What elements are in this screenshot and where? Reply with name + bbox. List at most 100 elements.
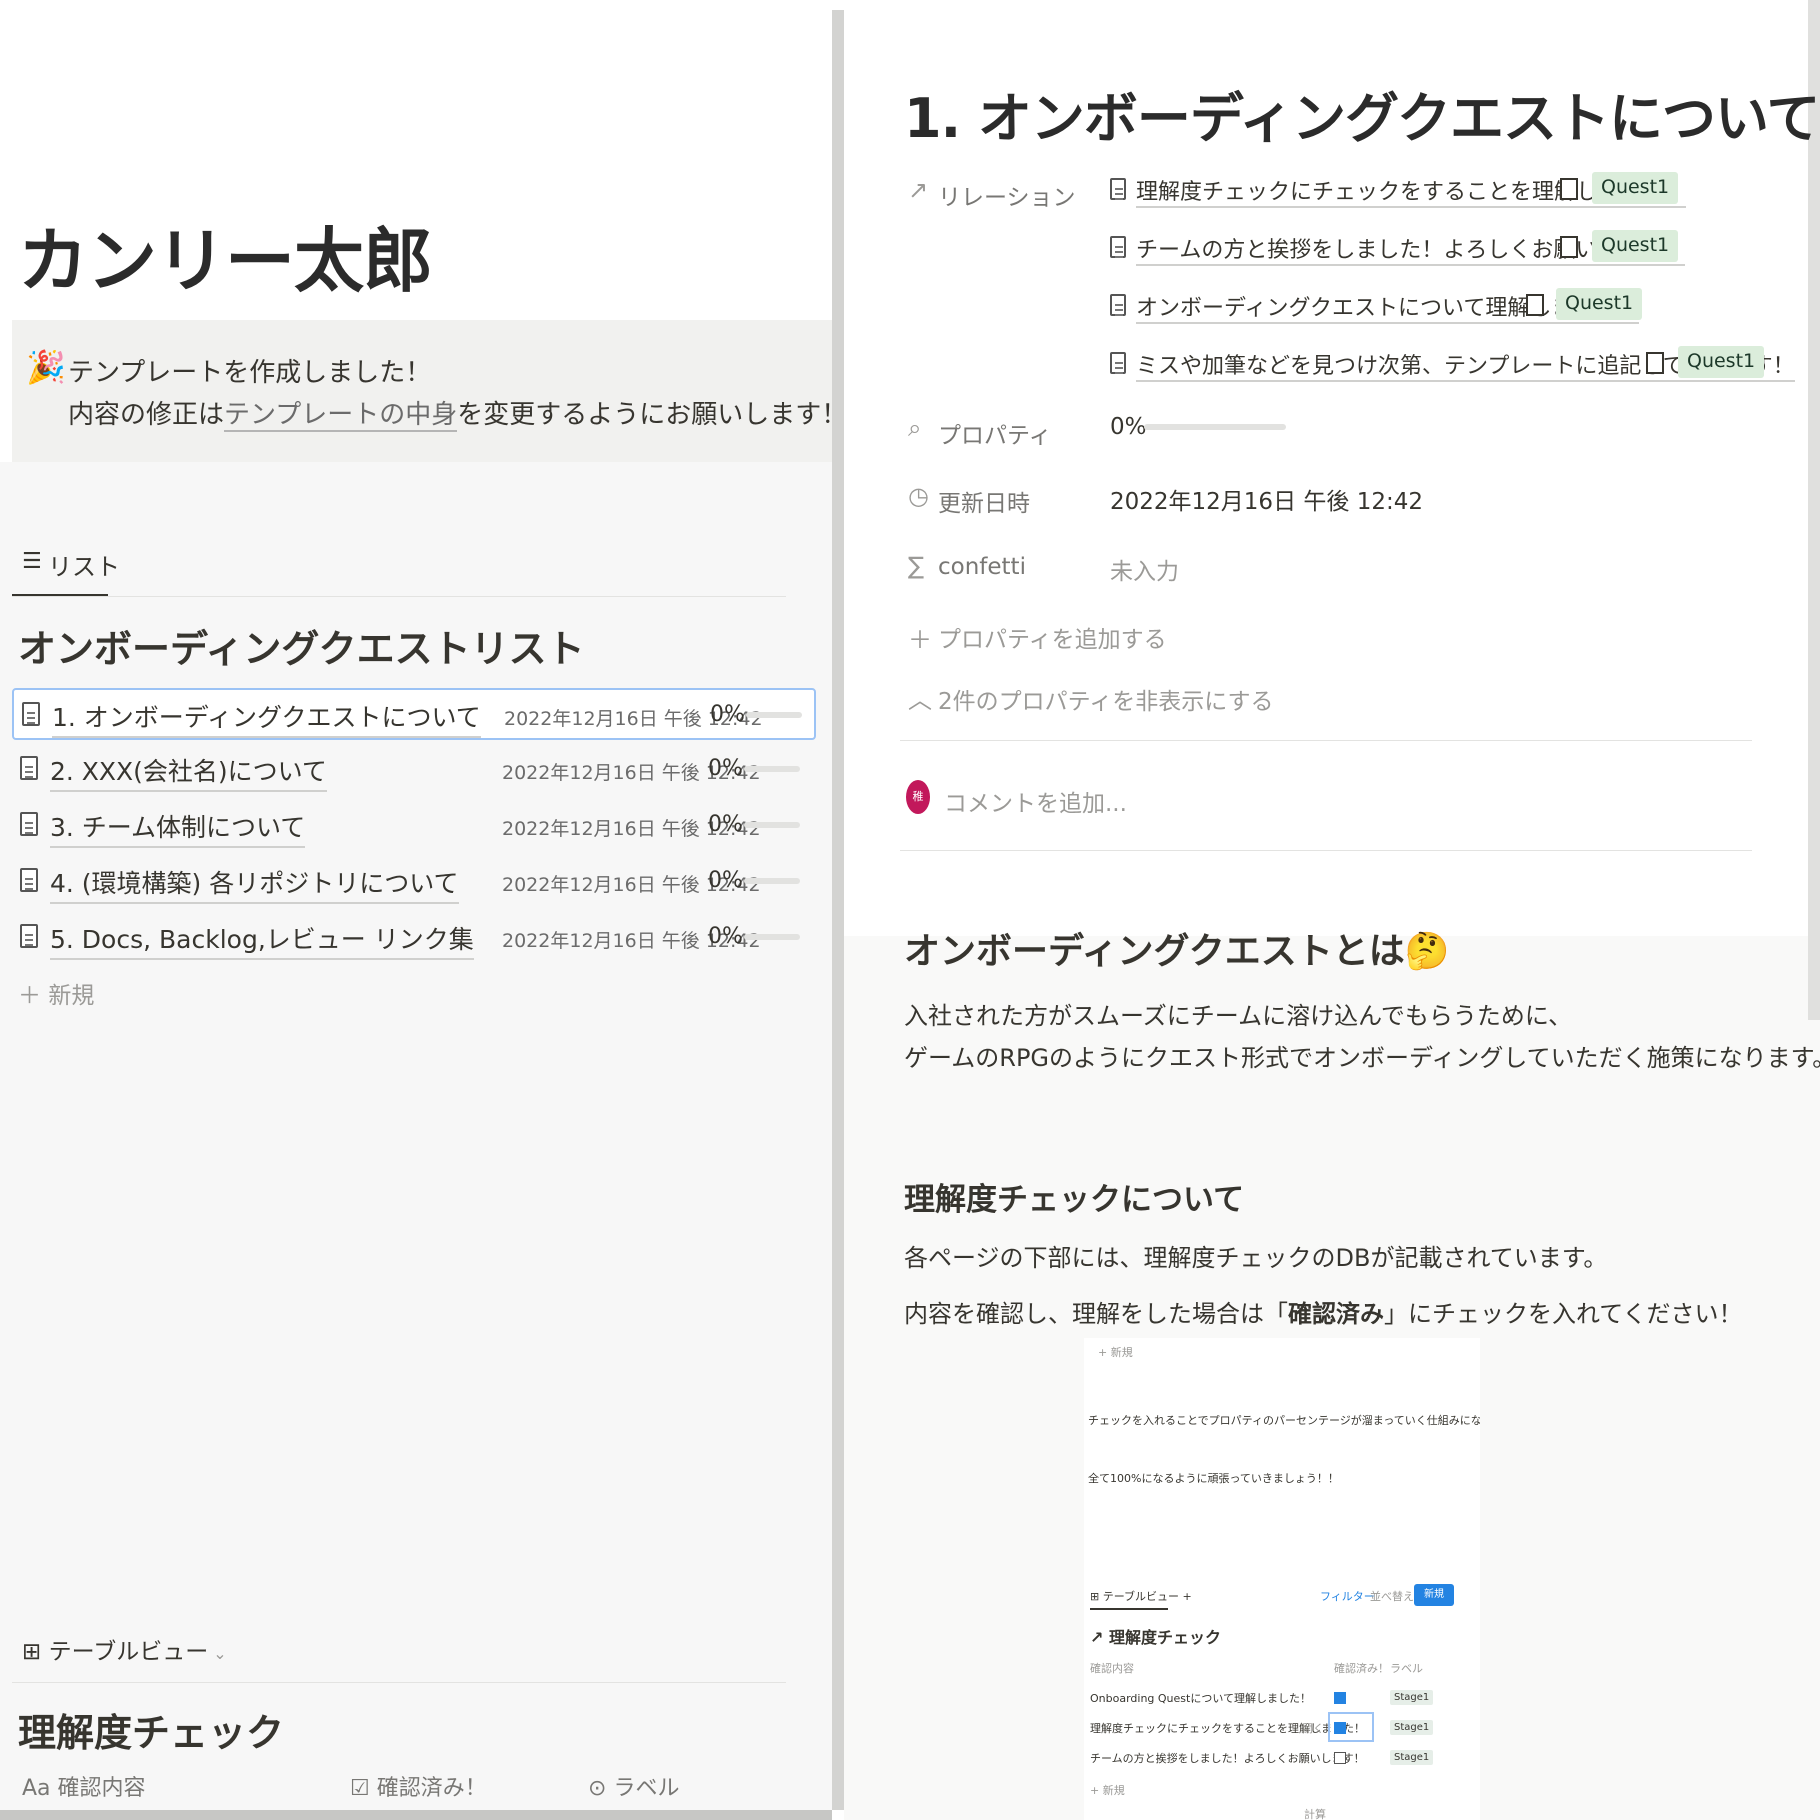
column-header-confirmed[interactable]: ☑ 確認済み！ <box>350 1770 487 1802</box>
page-icon <box>1110 236 1126 258</box>
list-item-percent: 0% <box>708 812 743 837</box>
plus-icon: ＋ <box>908 626 932 654</box>
list-item-title: 3. チーム体制について <box>50 808 306 848</box>
text-type-icon: Aa <box>22 1776 51 1801</box>
relation-item[interactable]: 理解度チェックにチェックをすることを理解しました！ Quest1 <box>1110 172 1750 210</box>
divider <box>12 596 786 597</box>
embed-text: 全て100%になるように頑張っていきましょう！！ <box>1088 1472 1339 1485</box>
property-name-confetti[interactable]: confetti <box>938 554 1026 580</box>
relation-item[interactable]: ミスや加筆などを見つけ次第、テンプレートに追記していきます！ Quest1 <box>1110 346 1795 384</box>
callout-text: を変更するようにお願いします！ <box>457 400 832 430</box>
callout-line2: 内容の修正はテンプレートの中身を変更するようにお願いします！ <box>68 394 832 432</box>
callout-line1: テンプレートを作成しました！ <box>68 358 432 388</box>
hide-properties-button[interactable]: 2件のプロパティを非表示にする <box>938 682 1273 716</box>
tab-list-view[interactable]: ☰ リスト <box>12 543 120 597</box>
list-item-percent: 0% <box>708 868 743 893</box>
page-icon <box>20 868 38 892</box>
embed-checkbox <box>1334 1692 1346 1704</box>
relation-tag: Quest1 <box>1592 172 1679 204</box>
paragraph-text: 」にチェックを入れてください！ <box>1384 1300 1743 1328</box>
embed-checkbox <box>1334 1752 1346 1764</box>
avatar: 稚 <box>906 780 930 814</box>
list-item[interactable]: 4. (環境構築) 各リポジトリについて 2022年12月16日 午後 12:4… <box>12 856 816 908</box>
horizontal-scrollbar[interactable] <box>0 1810 832 1820</box>
checkbox[interactable] <box>1560 178 1578 200</box>
relation-item[interactable]: チームの方と挨拶をしました！よろしくお願いします！ Quest1 <box>1110 230 1750 268</box>
new-item-button[interactable]: ＋ 新規 <box>18 976 94 1010</box>
template-link[interactable]: テンプレートの中身 <box>224 400 458 432</box>
embed-col: 確認済み！ <box>1334 1662 1389 1675</box>
paragraph: 入社された方がスムーズにチームに溶け込んでもらうために、 <box>904 1002 1573 1030</box>
checkbox[interactable] <box>1646 352 1664 374</box>
embed-tag: Stage1 <box>1390 1720 1434 1735</box>
list-item[interactable]: 1. オンボーディングクエストについて 2022年12月16日 午後 12:42… <box>12 688 816 740</box>
page-icon <box>1110 294 1126 316</box>
page-icon <box>1110 178 1126 200</box>
checkbox-type-icon: ☑ <box>350 1776 370 1801</box>
embed-new-button: 新規 <box>1414 1584 1454 1606</box>
column-label: 確認内容 <box>57 1776 146 1801</box>
plus-icon: ＋ <box>18 983 49 1009</box>
page-icon <box>22 702 40 726</box>
embed-sort: 並べ替え <box>1370 1590 1414 1603</box>
property-value-confetti[interactable]: 未入力 <box>1110 552 1179 586</box>
list-item-title: 5. Docs, Backlog,レビュー リンク集 <box>50 920 474 960</box>
progress-bar <box>744 766 800 772</box>
checkbox[interactable] <box>1526 294 1544 316</box>
embed-open: 開く <box>1302 1722 1324 1735</box>
chevron-down-icon: ⌄ <box>208 1644 227 1663</box>
split-divider[interactable] <box>832 10 844 1810</box>
tab-label: テーブルビュー <box>48 1639 209 1665</box>
paragraph: ゲームのRPGのようにクエスト形式でオンボーディングしていただく施策になります。 <box>904 1044 1820 1072</box>
column-header-content[interactable]: Aa 確認内容 <box>22 1770 146 1802</box>
column-header-label[interactable]: ⊙ ラベル <box>588 1770 679 1802</box>
party-popper-icon: 🎉 <box>26 348 66 386</box>
list-item[interactable]: 2. XXX(会社名)について 2022年12月16日 午後 12:42 0% <box>12 744 816 796</box>
comment-input[interactable]: コメントを追加... <box>944 784 1127 818</box>
checkbox[interactable] <box>1560 236 1578 258</box>
property-name-relation[interactable]: リレーション <box>938 178 1076 212</box>
section-heading: 理解度チェックについて <box>904 1182 1245 1218</box>
add-property-button[interactable]: プロパティを追加する <box>938 620 1167 654</box>
right-pane: 1. オンボーディングクエストについて ↗ リレーション 理解度チェックにチェッ… <box>844 0 1820 1820</box>
property-name-property[interactable]: プロパティ <box>938 416 1052 450</box>
database-title: 理解度チェック <box>18 1711 285 1755</box>
embed-tag: Stage1 <box>1390 1750 1434 1765</box>
property-name-updated[interactable]: 更新日時 <box>938 484 1030 518</box>
embed-col: ラベル <box>1390 1662 1423 1675</box>
clock-icon: ◷ <box>908 482 929 510</box>
list-item[interactable]: 5. Docs, Backlog,レビュー リンク集 2022年12月16日 午… <box>12 912 816 964</box>
embed-title: ↗ 理解度チェック <box>1090 1628 1221 1647</box>
page-icon <box>20 924 38 948</box>
relation-tag: Quest1 <box>1592 230 1679 262</box>
embed-text: チェックを入れることでプロパティのパーセンテージが溜まっていく仕組みになっていま… <box>1088 1414 1480 1427</box>
property-value-percent: 0% <box>1110 414 1147 440</box>
tab-table-view[interactable]: ⊞ テーブルビュー ⌄ <box>22 1632 227 1666</box>
callout-text: 内容の修正は <box>68 400 225 430</box>
progress-bar <box>744 878 800 884</box>
list-item[interactable]: 3. チーム体制について 2022年12月16日 午後 12:42 0% <box>12 800 816 852</box>
embedded-screenshot: + 新規 チェックを入れることでプロパティのパーセンテージが溜まっていく仕組みに… <box>1084 1338 1480 1820</box>
page-icon <box>1110 352 1126 374</box>
page-icon <box>20 812 38 836</box>
divider <box>900 740 1752 741</box>
section-heading: オンボーディングクエストとは🤔 <box>904 931 1450 972</box>
list-item-percent: 0% <box>710 702 745 727</box>
callout: 🎉 テンプレートを作成しました！ 内容の修正はテンプレートの中身を変更するように… <box>12 320 832 462</box>
embed-row-text: チームの方と挨拶をしました！よろしくお願いします！ <box>1090 1752 1365 1765</box>
embed-checkbox <box>1334 1722 1346 1734</box>
select-type-icon: ⊙ <box>588 1776 607 1801</box>
list-item-percent: 0% <box>708 756 743 781</box>
chevron-up-icon: ︿ <box>908 686 932 714</box>
progress-bar <box>744 934 800 940</box>
divider <box>900 850 1752 851</box>
embed-filter: フィルター <box>1320 1590 1375 1603</box>
arrow-up-right-icon: ↗ <box>908 176 929 204</box>
left-pane: カンリー太郎 🎉 テンプレートを作成しました！ 内容の修正はテンプレートの中身を… <box>0 0 832 1820</box>
column-label: 確認済み！ <box>376 1776 487 1801</box>
relation-item[interactable]: オンボーディングクエストについて理解しました！ Quest1 <box>1110 288 1750 326</box>
vertical-scrollbar[interactable] <box>1808 0 1820 1020</box>
relation-tag: Quest1 <box>1556 288 1643 320</box>
paragraph: 各ページの下部には、理解度チェックのDBが記載されています。 <box>904 1244 1608 1272</box>
embed-tab-label: テーブルビュー <box>1102 1590 1180 1603</box>
